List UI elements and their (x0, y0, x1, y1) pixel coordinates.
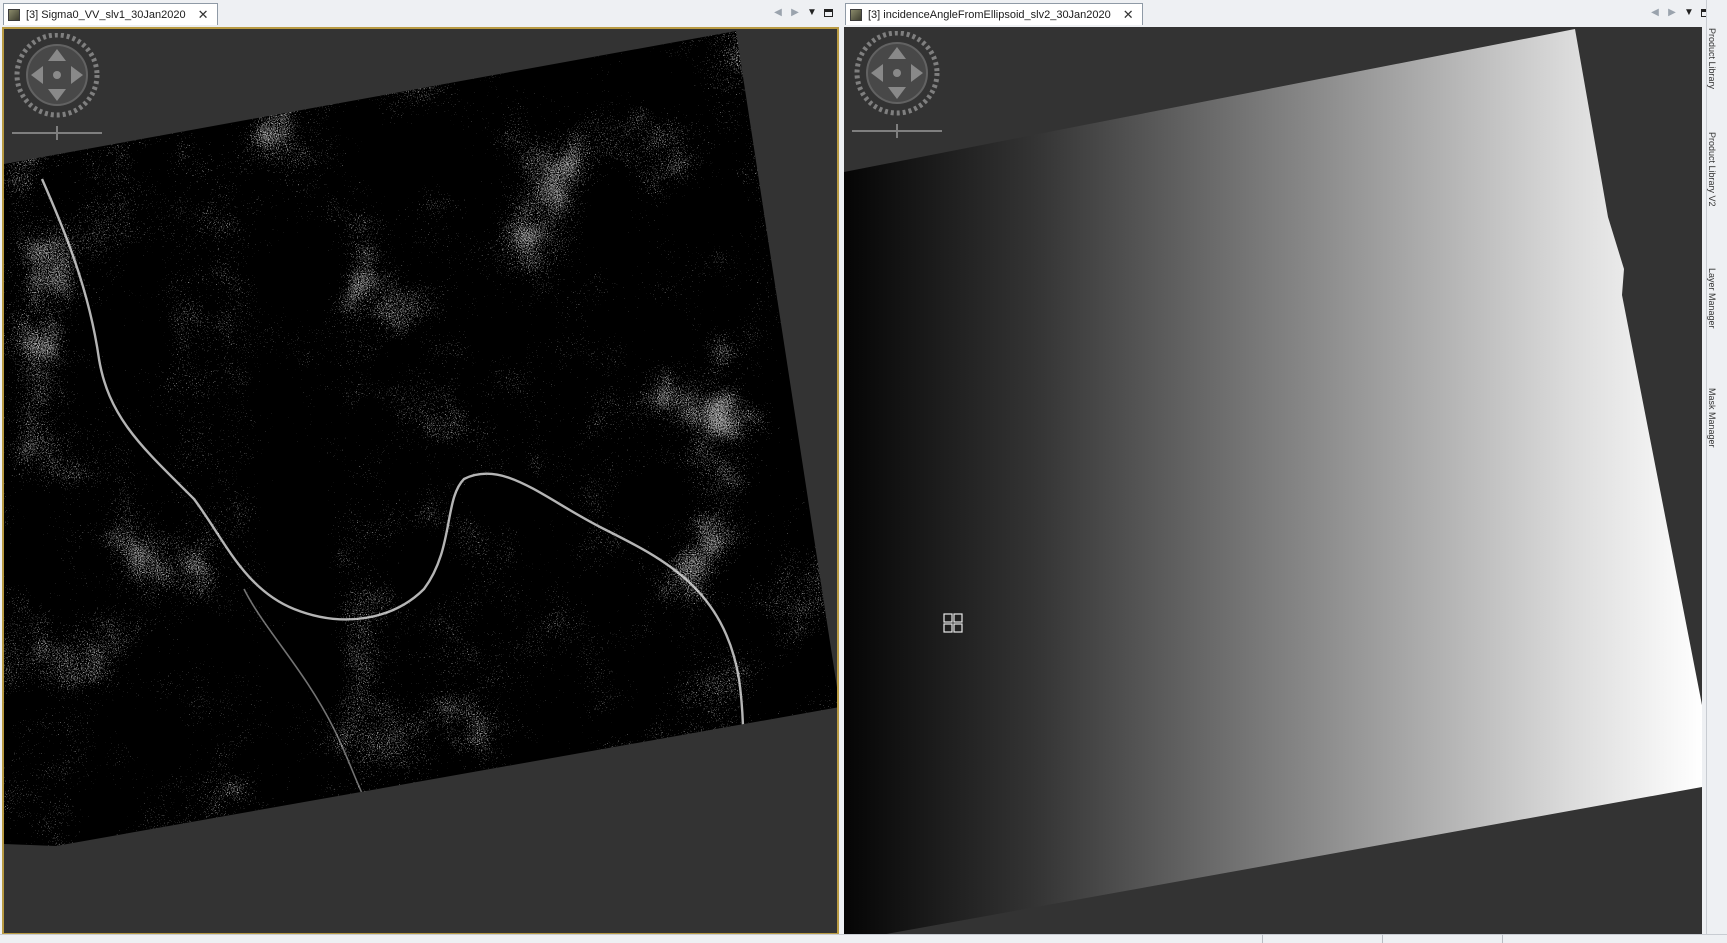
sidebar-item-layer-manager[interactable]: Layer Manager (1706, 268, 1717, 358)
right-tab-controls: ◀ ▶ ▼ (1650, 4, 1710, 22)
incidence-angle-image (844, 29, 1702, 935)
status-separator (1262, 935, 1263, 943)
scroll-tabs-right-button[interactable]: ▶ (1667, 4, 1677, 22)
tab-sigma0-vv[interactable]: [3] Sigma0_VV_slv1_30Jan2020 ✕ (3, 3, 218, 25)
sidebar-item-mask-manager[interactable]: Mask Manager (1706, 388, 1717, 478)
close-tab-button[interactable]: ✕ (198, 8, 209, 21)
image-view-icon (850, 8, 862, 21)
image-view-icon (8, 8, 20, 21)
left-document-pane: [3] Sigma0_VV_slv1_30Jan2020 ✕ ◀ ▶ ▼ (0, 0, 842, 935)
navigation-control[interactable] (10, 33, 105, 143)
status-separator (1382, 935, 1383, 943)
close-tab-button[interactable]: ✕ (1123, 8, 1134, 21)
navigation-control[interactable] (850, 31, 945, 141)
incidence-angle-image-view[interactable] (844, 27, 1702, 935)
show-tab-list-button[interactable]: ▼ (807, 4, 817, 22)
status-separator (1502, 935, 1503, 943)
tab-incidence-angle[interactable]: [3] incidenceAngleFromEllipsoid_slv2_30J… (845, 3, 1143, 25)
scroll-tabs-left-button[interactable]: ◀ (1650, 4, 1660, 22)
show-tab-list-button[interactable]: ▼ (1684, 4, 1694, 22)
scroll-tabs-right-button[interactable]: ▶ (790, 4, 800, 22)
status-bar (0, 934, 1727, 943)
scroll-tabs-left-button[interactable]: ◀ (773, 4, 783, 22)
left-tab-controls: ◀ ▶ ▼ (773, 4, 833, 22)
right-tab-bar: [3] incidenceAngleFromEllipsoid_slv2_30J… (842, 0, 1717, 26)
left-tab-bar: [3] Sigma0_VV_slv1_30Jan2020 ✕ ◀ ▶ ▼ (0, 0, 842, 26)
tab-label: [3] incidenceAngleFromEllipsoid_slv2_30J… (868, 8, 1111, 21)
sidebar-item-product-library[interactable]: Product Library (1706, 28, 1717, 118)
maximize-window-button[interactable] (824, 9, 833, 17)
right-tool-window-bar: Product Library Product Library V2 Layer… (1706, 0, 1717, 935)
right-document-pane: [3] incidenceAngleFromEllipsoid_slv2_30J… (842, 0, 1717, 935)
tab-label: [3] Sigma0_VV_slv1_30Jan2020 (26, 8, 186, 21)
sar-sigma0-image (4, 31, 837, 846)
sigma0-image-view[interactable] (2, 27, 839, 935)
sidebar-item-product-library-v2[interactable]: Product Library V2 (1706, 132, 1717, 240)
crosshair-cursor-icon (943, 613, 963, 633)
